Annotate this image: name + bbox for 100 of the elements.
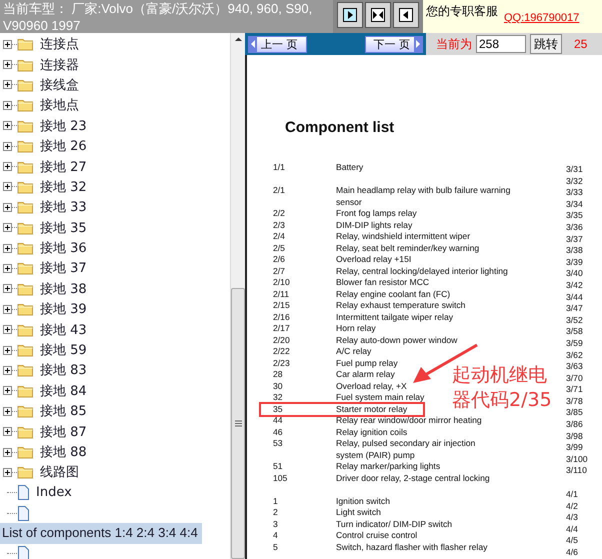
tree-item[interactable]: 接地 36	[38, 239, 89, 258]
expand-icon[interactable]	[3, 60, 12, 70]
folder-icon	[17, 58, 34, 72]
component-code: 3/39	[566, 256, 584, 268]
folder-icon	[17, 160, 34, 174]
arrows-inward-icon	[371, 8, 385, 22]
expand-icon[interactable]	[3, 40, 12, 49]
component-name: Blower fan resistor MCC	[336, 277, 430, 288]
expand-icon[interactable]	[3, 80, 12, 90]
component-code: 2/17	[272, 323, 291, 334]
component-code: 2/11	[272, 288, 290, 300]
component-code: 4/6	[566, 547, 579, 559]
tree-item[interactable]: 接线盒	[38, 76, 81, 94]
component-code: 3/44	[566, 292, 584, 304]
qq-link[interactable]: QQ:196790017	[504, 12, 580, 24]
document-icon[interactable]	[17, 506, 30, 521]
component-code: 2/6	[272, 254, 286, 266]
component-code: 3/70	[566, 372, 584, 384]
jump-button[interactable]: 跳转	[530, 34, 562, 54]
tree-item[interactable]: 接地 27	[38, 158, 89, 176]
tree-item[interactable]: 接地 88	[38, 443, 89, 461]
tree-item[interactable]: 接地 23	[38, 116, 89, 135]
tree-item[interactable]: 接地 43	[38, 320, 89, 339]
component-code: 105	[272, 472, 288, 484]
folder-icon	[17, 139, 34, 154]
tree-item[interactable]: 线路图	[38, 463, 81, 482]
expand-icon[interactable]	[3, 244, 12, 253]
component-code: 3/58	[566, 326, 584, 338]
component-code: 3/99	[566, 442, 584, 454]
tree-item[interactable]: 接地 35	[38, 218, 89, 237]
expand-icon[interactable]	[3, 325, 12, 334]
previous-page-button[interactable]: 上一 页	[248, 36, 306, 52]
tree-item[interactable]: 接地 37	[38, 259, 89, 278]
frame-left-button[interactable]	[393, 2, 419, 28]
tree-item[interactable]: 接地 32	[38, 178, 89, 196]
expand-icon[interactable]	[3, 142, 12, 151]
expand-icon[interactable]	[3, 162, 12, 172]
component-code: 3/52	[566, 314, 584, 326]
tree-item[interactable]: 接地 38	[38, 280, 89, 298]
tree-item[interactable]: 接地 33	[38, 198, 89, 216]
expand-icon[interactable]	[3, 121, 12, 130]
tree-item[interactable]: 接地 87	[38, 422, 89, 441]
component-code: 3/35	[566, 210, 584, 222]
component-name: Horn relay	[336, 323, 376, 334]
expand-icon[interactable]	[3, 100, 12, 110]
tree-item[interactable]: 连接器	[38, 56, 81, 74]
folder-icon	[17, 241, 34, 256]
tree-item[interactable]: 连接点	[38, 35, 81, 54]
expand-icon[interactable]	[3, 304, 12, 314]
frame-split-button[interactable]	[365, 2, 391, 28]
component-code: 2/20	[272, 334, 291, 346]
scrollbar[interactable]	[230, 33, 245, 559]
component-name: Fuel system main relay	[336, 392, 424, 404]
car-model-text: 当前车型： 厂家:Volvo（富豪/沃尔沃）940, 960, S90, V90960 1997	[2, 0, 314, 33]
expand-icon[interactable]	[3, 366, 12, 375]
expand-icon[interactable]	[3, 202, 12, 212]
folder-icon	[17, 424, 34, 439]
component-code: 4/1	[566, 489, 579, 501]
frame-right-button[interactable]	[337, 2, 363, 28]
expand-icon[interactable]	[3, 406, 12, 416]
component-code: 2/10	[272, 277, 291, 288]
folder-icon	[17, 363, 34, 378]
document-icon[interactable]	[17, 546, 30, 559]
tree-item[interactable]: 接地 84	[38, 382, 89, 400]
expand-icon[interactable]	[3, 182, 12, 192]
expand-icon[interactable]	[3, 346, 12, 355]
component-name: Relay auto-down power window	[336, 334, 458, 346]
page-number-field[interactable]: 258	[476, 35, 526, 53]
next-page-button[interactable]: 下一 页	[364, 36, 423, 52]
expand-icon[interactable]	[3, 264, 12, 273]
component-code: 3/85	[566, 407, 584, 420]
component-code: 3/86	[566, 419, 584, 431]
tree-item[interactable]: Index	[34, 485, 74, 500]
tree-item[interactable]: 接地 83	[38, 361, 89, 380]
component-code: 1/1	[272, 162, 286, 174]
expand-icon[interactable]	[3, 284, 12, 294]
expand-icon[interactable]	[3, 468, 12, 477]
component-name: Driver door relay, 2-stage central locking	[336, 472, 490, 484]
tree-item[interactable]: 接地 26	[38, 137, 89, 156]
expand-icon[interactable]	[3, 427, 12, 436]
component-code: 2/7	[272, 266, 286, 277]
component-name: Intermittent tailgate wiper relay	[336, 312, 454, 323]
expand-icon[interactable]	[3, 223, 12, 232]
expand-icon[interactable]	[3, 386, 12, 396]
expand-icon[interactable]	[3, 448, 12, 456]
scroll-thumb[interactable]	[231, 288, 245, 559]
component-name: Battery	[336, 162, 364, 174]
tree-item[interactable]: 接地 39	[38, 300, 89, 318]
tree-item[interactable]: 接地 59	[38, 341, 89, 360]
component-code: 2/16	[272, 312, 291, 323]
tree-item[interactable]: List of components 1:4 2:4 3:4 4:4	[0, 523, 202, 544]
component-name: Overload relay +15I	[336, 254, 412, 266]
document-icon[interactable]	[17, 485, 30, 500]
tree-item[interactable]: 接地点	[38, 96, 81, 114]
component-code: 3/38	[566, 245, 584, 257]
folder-icon	[17, 98, 34, 112]
component-name: Front fog lamps relay	[336, 208, 417, 220]
tree-item[interactable]: 接地 85	[38, 402, 89, 420]
folder-icon	[17, 37, 34, 52]
component-code: 3	[272, 518, 279, 530]
